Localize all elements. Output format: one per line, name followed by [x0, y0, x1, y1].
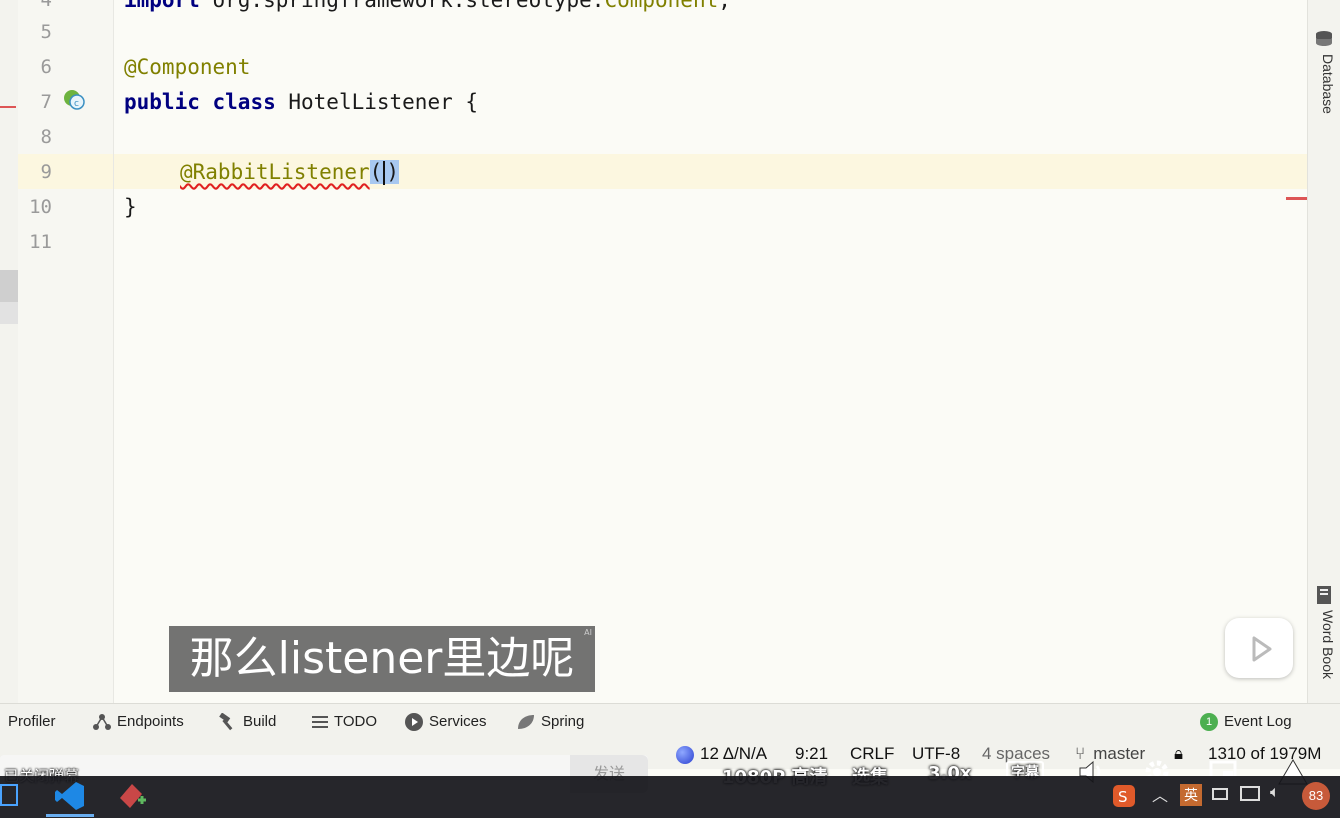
- sogou-input-icon[interactable]: S: [1112, 784, 1136, 808]
- app-icon[interactable]: [116, 780, 148, 812]
- code-line-class-declaration: public class HotelListener {: [124, 90, 479, 114]
- ime-indicator[interactable]: 英: [1180, 784, 1202, 806]
- line-number: 11: [29, 231, 52, 253]
- database-icon[interactable]: [1314, 30, 1334, 50]
- spring-bean-gutter-icon[interactable]: c: [62, 88, 86, 112]
- play-icon: [1245, 622, 1273, 662]
- code-line-import: import org.springframework.stereotype.Co…: [124, 0, 731, 12]
- tool-window-bar: Profiler Endpoints Build TODO Services S…: [0, 703, 1340, 740]
- list-icon: [312, 716, 328, 729]
- endpoints-icon: [93, 714, 111, 731]
- left-scroll-strip: [0, 0, 19, 703]
- right-tool-sidebar: Database Word Book: [1307, 0, 1340, 703]
- scrollbar-thumb[interactable]: [0, 270, 18, 302]
- scrollbar-track: [0, 302, 18, 324]
- windows-taskbar: S ︿ 英 🔈︎ 83: [0, 776, 1340, 818]
- word-book-icon[interactable]: [1315, 585, 1333, 605]
- battery-icon[interactable]: [1212, 788, 1228, 800]
- ai-tag: AI: [584, 628, 592, 637]
- taskbar-app-icon[interactable]: [0, 784, 18, 806]
- tab-word-book[interactable]: Word Book: [1312, 610, 1336, 679]
- line-number: 8: [40, 126, 52, 148]
- selected-parens: (): [369, 160, 399, 185]
- leaf-icon: [518, 715, 534, 730]
- speaker-icon[interactable]: 🔈︎: [1270, 784, 1280, 802]
- code-line-rabbit-listener: @RabbitListener(): [180, 160, 399, 185]
- tab-spring[interactable]: Spring: [516, 704, 584, 740]
- subtitle-text: 那么listener里边呢: [189, 633, 575, 684]
- play-circle-icon: [405, 713, 423, 732]
- taskbar-underline: [46, 814, 94, 817]
- play-button[interactable]: [1225, 618, 1293, 678]
- line-number: 10: [29, 196, 52, 218]
- text-caret: [383, 161, 386, 185]
- vscode-icon[interactable]: [54, 780, 86, 812]
- code-line-annotation: @Component: [124, 55, 251, 79]
- tab-services[interactable]: Services: [404, 704, 487, 740]
- code-line-closing-brace: }: [124, 195, 137, 219]
- event-count-badge: 1: [1200, 713, 1218, 732]
- line-number: 6: [40, 56, 52, 78]
- video-subtitle: 那么listener里边呢 AI: [169, 626, 595, 692]
- notification-badge[interactable]: 83: [1302, 782, 1330, 810]
- tray-chevron-icon[interactable]: ︿: [1152, 782, 1168, 806]
- tab-todo[interactable]: TODO: [311, 704, 377, 740]
- tab-database[interactable]: Database: [1312, 54, 1336, 114]
- network-icon[interactable]: [1240, 786, 1260, 801]
- error-marker: [0, 106, 16, 108]
- svg-text:S: S: [1118, 788, 1128, 806]
- error-stripe-marker[interactable]: [1286, 197, 1308, 200]
- line-number: 9: [40, 161, 52, 183]
- tab-event-log[interactable]: 1 Event Log: [1200, 704, 1292, 740]
- tab-profiler[interactable]: Profiler: [8, 704, 56, 740]
- svg-text:c: c: [74, 99, 79, 109]
- line-number: 7: [40, 91, 52, 113]
- code-editor[interactable]: import org.springframework.stereotype.Co…: [114, 0, 1308, 703]
- tab-endpoints[interactable]: Endpoints: [92, 704, 184, 740]
- line-number: 5: [40, 21, 52, 43]
- tab-build[interactable]: Build: [218, 704, 276, 740]
- hammer-icon: [219, 713, 233, 731]
